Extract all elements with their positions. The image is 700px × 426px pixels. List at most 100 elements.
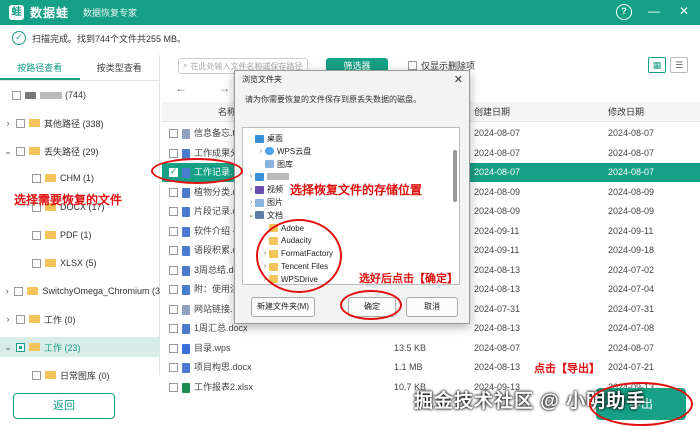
row-checkbox[interactable] [169, 265, 178, 275]
tree-checkbox[interactable] [14, 286, 24, 296]
scan-status: ✓ 扫描完成。找到744个文件共255 MB。 [12, 29, 186, 47]
cell-name: 语段积累.d [194, 245, 238, 255]
tree-item-label: XLSX (5) [60, 258, 97, 268]
tree-checkbox[interactable] [16, 146, 25, 156]
tree-item[interactable]: 日常图库 (0) [0, 365, 160, 385]
doc-file-icon [182, 187, 190, 198]
cell-name: 附：使用注 [194, 284, 240, 294]
tree-checkbox[interactable] [16, 314, 25, 324]
row-checkbox[interactable] [169, 207, 178, 216]
row-checkbox[interactable] [169, 343, 178, 353]
folder-tree-item[interactable]: 桌面 [247, 132, 283, 145]
doc-file-icon [182, 226, 190, 237]
tree-item-label: 丢失路径 (29) [44, 146, 99, 157]
tree-checkbox[interactable] [32, 173, 41, 183]
tree-expand-arrow-icon[interactable]: › [4, 286, 10, 296]
new-folder-button[interactable]: 新建文件夹(M) [251, 297, 315, 317]
only-deleted-checkbox[interactable] [408, 61, 417, 70]
tree-item[interactable]: › SwitchyOmega_Chromium (3 [0, 281, 160, 301]
cell-modified: 2024-07-31 [608, 303, 655, 314]
row-checkbox[interactable] [169, 148, 178, 158]
tree-expand-arrow-icon[interactable]: › [4, 314, 12, 324]
cell-created: 2024-08-07 [474, 128, 521, 138]
tree-checkbox[interactable] [32, 230, 41, 240]
row-checkbox[interactable] [169, 382, 178, 392]
cancel-button[interactable]: 取消 [406, 297, 458, 317]
col-modified[interactable]: 修改日期 [608, 102, 644, 122]
tree-item[interactable]: CHM (1) [0, 168, 160, 188]
tree-checkbox[interactable] [16, 342, 25, 352]
folder-tree-item[interactable]: › 视频 [247, 183, 283, 196]
row-checkbox[interactable] [169, 363, 178, 372]
folder-icon [29, 119, 40, 127]
cell-modified: 2024-07-08 [608, 323, 655, 333]
table-row[interactable]: 目录.wps 13.5 KB 2024-08-07 2024-08-07 [162, 339, 700, 358]
tab-by-path[interactable]: 按路径查看 [0, 55, 80, 80]
row-checkbox[interactable] [169, 304, 178, 314]
back-button[interactable]: 返回 [13, 393, 115, 419]
expand-caret-icon[interactable]: ⌄ [247, 209, 255, 222]
cloud-folder-icon [265, 147, 274, 156]
desk-folder-icon [255, 172, 264, 181]
tree-item[interactable]: (744) [0, 85, 160, 105]
tree-item[interactable]: ⌄ 丢失路径 (29) [0, 141, 160, 161]
table-row[interactable]: 项目构思.docx 1.1 MB 2024-08-13 2024-07-21 [162, 358, 700, 377]
tree-checkbox[interactable] [16, 118, 25, 128]
annotation-circle-folders [256, 219, 342, 293]
drive-icon [25, 91, 36, 99]
folder-tree-item[interactable]: › WPS云盘 [257, 145, 311, 158]
folder-icon [29, 315, 40, 323]
tree-expand-arrow-icon[interactable]: › [4, 118, 12, 128]
row-checkbox[interactable] [169, 246, 178, 255]
cell-modified: 2024-08-09 [608, 186, 655, 197]
tree-expand-arrow-icon[interactable]: ⌄ [4, 146, 12, 157]
folder-tree-scrollbar[interactable] [453, 150, 457, 202]
expand-caret-icon[interactable]: › [247, 183, 255, 196]
txt-file-icon [182, 304, 190, 315]
tree-expand-arrow-icon[interactable]: ⌄ [4, 342, 12, 353]
list-view-icon[interactable]: ☰ [670, 57, 688, 73]
tree-item-label: (744) [65, 90, 87, 100]
folder-tree-item[interactable]: 图库 [257, 158, 293, 171]
folder-tree-item[interactable]: › 图片 [247, 196, 283, 209]
tree-item[interactable]: › 工作 (0) [0, 309, 160, 329]
tree-item[interactable]: ⌄ 工作 (23) [0, 337, 160, 357]
expand-caret-icon[interactable]: › [257, 145, 265, 158]
tree-checkbox[interactable] [12, 90, 21, 100]
annotation-click-ok: 选好后点击【确定】 [359, 273, 458, 285]
tree-checkbox[interactable] [32, 370, 41, 380]
app-subtitle: 数据恢复专家 [83, 8, 138, 18]
minimize-icon[interactable]: — [646, 4, 662, 20]
tree-item-label: CHM (1) [60, 173, 94, 183]
dialog-title-bar: 浏览文件夹 ✕ [235, 71, 469, 89]
cell-created: 2024-07-31 [474, 303, 521, 314]
row-checkbox[interactable] [169, 129, 178, 138]
cell-name: 片段记录.d [194, 206, 238, 216]
expand-caret-icon[interactable]: › [247, 196, 255, 209]
folder-tree-label: WPS云盘 [277, 146, 312, 156]
row-checkbox[interactable] [169, 226, 178, 236]
doc-file-icon [182, 207, 190, 217]
tree-item[interactable]: › 其他路径 (338) [0, 113, 160, 133]
row-checkbox[interactable] [169, 324, 178, 333]
cell-name: 工作报表2.xlsx [194, 381, 254, 392]
grid-view-icon[interactable]: ▦ [648, 57, 666, 73]
pic-folder-icon [265, 160, 274, 169]
app-name: 数据蛙 [30, 6, 70, 20]
close-icon[interactable]: ✕ [676, 4, 692, 20]
tree-checkbox[interactable] [32, 258, 41, 268]
tab-by-type[interactable]: 按类型查看 [80, 55, 160, 80]
doc-file-icon [182, 148, 190, 159]
expand-caret-icon[interactable]: › [247, 170, 255, 183]
cell-name: 植物分类.d [194, 186, 238, 197]
row-checkbox[interactable] [169, 187, 178, 197]
row-checkbox[interactable] [169, 285, 178, 294]
cell-size: 1.1 MB [394, 362, 423, 372]
col-created[interactable]: 创建日期 [474, 102, 510, 122]
folder-tree-item[interactable]: ⌄ 文档 [247, 209, 283, 222]
dialog-close-icon[interactable]: ✕ [454, 71, 463, 89]
tree-item[interactable]: PDF (1) [0, 225, 160, 245]
folder-tree-item[interactable]: › [247, 170, 292, 183]
tree-item[interactable]: XLSX (5) [0, 253, 160, 273]
help-icon[interactable]: ? [616, 4, 632, 20]
